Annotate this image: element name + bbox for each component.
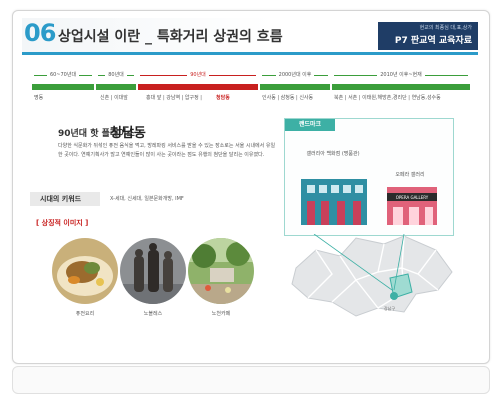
places-row: 명동 신촌 | 이대앞 홍대 앞 | 강남역 | 압구정 | 청담동 인사동 |… <box>32 94 470 104</box>
symbol-caption: 퓨전요리 <box>75 311 95 317</box>
slide: 06 상업시설 이란 _ 특화거리 상권의 흐름 현교의 최종심 대,표,상가 … <box>22 18 478 330</box>
page-title: 상업시설 이란 _ 특화거리 상권의 흐름 <box>58 29 283 45</box>
era-label: 2000년대 이후 <box>260 70 330 80</box>
symbol-caption: 노천카페 <box>211 311 231 317</box>
era-label: 2010년 이후~현재 <box>332 70 470 80</box>
map-district-label: 강남구 <box>384 306 396 311</box>
landmark-panel: 랜드마크 갤러리아 백화점 (명품관) 오페라 갤러리 OPERA GALLER… <box>284 118 454 236</box>
era-bar <box>332 84 470 90</box>
era-bar <box>260 84 330 90</box>
connector-lines <box>313 234 405 291</box>
fusion-food-photo <box>52 238 118 304</box>
noblesse-statue-photo <box>120 238 186 304</box>
symbol-label: [ 상징적 이미지 ] <box>36 219 89 227</box>
era-bar <box>32 84 94 90</box>
opera-sign: OPERA GALLERY <box>396 195 429 200</box>
symbol-caption: 노블레스 <box>143 311 163 317</box>
era-label: 80년대 <box>96 70 136 80</box>
era-bar-highlight <box>138 84 258 90</box>
era-bar <box>96 84 136 90</box>
place-label-highlight: 청담동 <box>216 95 230 101</box>
place-label: 홍대 앞 | 강남역 | 압구정 | <box>146 95 202 101</box>
era-label-highlight: 90년대 <box>138 70 258 80</box>
landmark-buildings: OPERA GALLERY <box>301 179 437 225</box>
era-label: 60~70년대 <box>32 70 94 80</box>
place-label: 신촌 | 이대앞 <box>100 95 128 101</box>
keyword-text: X-세대, 신세대, 일본문화개방, IMF <box>110 196 184 202</box>
badge-title: P7 판교역 교육자료 <box>394 36 472 46</box>
section-number: 06 <box>24 19 56 47</box>
place-label: 북촌 | 서촌 | 이태원,해방촌,경리단 | 연남동,성수동 <box>334 95 441 101</box>
keyword-label: 시대의 키워드 <box>30 192 100 206</box>
galleria-label: 갤러리아 백화점 (명품관) <box>306 151 360 157</box>
era-timeline: 60~70년대 80년대 90년대 2000년대 이후 2010년 이후~현재 … <box>32 70 470 120</box>
open-air-cafe-photo <box>188 238 254 304</box>
hot-place-description: 다양한 식문화가 뒤섞인 퓨전 음식을 먹고, 방레파킹 서비스를 받을 수 있… <box>58 143 276 158</box>
header-badge: 현교의 최종심 대,표,상가 P7 판교역 교육자료 <box>378 22 478 50</box>
hot-place-title: 청담동 <box>110 126 146 141</box>
place-label: 인사동 | 삼청동 | 신사동 <box>262 95 314 101</box>
frame-footer <box>12 366 490 394</box>
slide-header: 06 상업시설 이란 _ 특화거리 상권의 흐름 현교의 최종심 대,표,상가 … <box>22 18 478 52</box>
header-divider <box>22 52 478 55</box>
place-label: 명동 <box>34 95 44 101</box>
landmark-tag: 랜드마크 <box>285 119 335 131</box>
badge-subtitle: 현교의 최종심 대,표,상가 <box>419 25 472 31</box>
